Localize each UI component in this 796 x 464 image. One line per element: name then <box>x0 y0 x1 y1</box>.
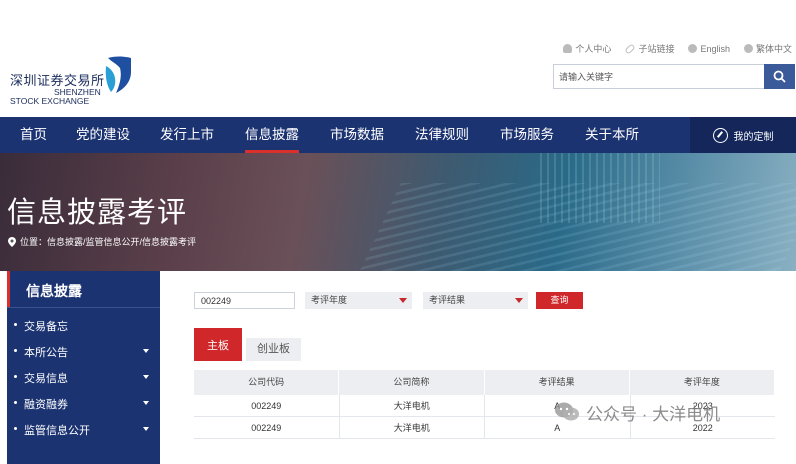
globe-icon <box>743 44 753 53</box>
result-select[interactable]: 考评结果 <box>423 292 528 309</box>
bullet-icon <box>14 349 17 352</box>
szse-emblem-icon <box>105 56 131 93</box>
bullet-icon <box>14 323 17 326</box>
column-header: 考评年度 <box>630 370 775 395</box>
company-code-input[interactable] <box>194 292 295 309</box>
person-icon <box>563 44 573 53</box>
table-cell[interactable]: 大洋电机 <box>340 395 485 416</box>
sidebar-item-label: 监管信息公开 <box>24 425 90 437</box>
main-nav: 首页 党的建设 发行上市 信息披露 市场数据 法律规则 市场服务 关于本所 我的… <box>0 117 796 153</box>
wechat-icon <box>555 402 579 421</box>
globe-icon <box>688 44 698 53</box>
sidebar-item-label: 交易备忘 <box>24 321 68 333</box>
toplink-personal-center[interactable]: 个人中心 <box>563 42 611 55</box>
search-box <box>553 64 795 89</box>
chevron-down-icon <box>143 375 149 379</box>
table-cell: 002249 <box>194 417 340 438</box>
site-header: 深圳证券交易所 SHENZHEN STOCK EXCHANGE 个人中心 子站链… <box>0 0 796 117</box>
compass-icon <box>712 127 728 143</box>
toplink-label: 子站链接 <box>638 44 675 54</box>
table-cell[interactable]: 大洋电机 <box>340 417 485 438</box>
tab-chinext[interactable]: 创业板 <box>246 338 301 361</box>
nav-item-rules[interactable]: 法律规则 <box>415 117 469 153</box>
search-input[interactable] <box>554 65 764 88</box>
query-button[interactable]: 查询 <box>536 292 583 309</box>
toplink-english[interactable]: English <box>688 42 730 55</box>
nav-item-market-data[interactable]: 市场数据 <box>330 117 384 153</box>
sidebar-item-label: 融资融券 <box>24 399 68 411</box>
sidebar: 信息披露 交易备忘 本所公告 交易信息 融资融券 监管信息公开 <box>7 271 160 464</box>
sidebar-item-label: 本所公告 <box>24 347 68 359</box>
top-links: 个人中心 子站链接 English 繁体中文 <box>563 42 792 55</box>
search-icon <box>773 70 786 83</box>
caret-down-icon <box>515 298 523 303</box>
column-header: 公司代码 <box>194 370 340 395</box>
year-select[interactable]: 考评年度 <box>305 292 412 309</box>
nav-item-party-building[interactable]: 党的建设 <box>76 117 130 153</box>
bullet-icon <box>14 401 17 404</box>
caret-down-icon <box>399 298 407 303</box>
nav-item-home[interactable]: 首页 <box>20 117 47 153</box>
sidebar-title-text: 信息披露 <box>26 283 82 299</box>
page-title: 信息披露考评 <box>7 197 188 229</box>
toplink-traditional-chinese[interactable]: 繁体中文 <box>743 42 792 55</box>
toplink-label: 个人中心 <box>575 44 612 54</box>
nav-item-about[interactable]: 关于本所 <box>585 117 639 153</box>
toplink-substation[interactable]: 子站链接 <box>624 42 675 55</box>
page-banner: 信息披露考评 位置：信息披露/监管信息公开/信息披露考评 <box>0 153 796 271</box>
column-header: 公司简称 <box>339 370 485 395</box>
sidebar-item-label: 交易信息 <box>24 373 68 385</box>
link-icon <box>624 42 637 55</box>
my-custom-label: 我的定制 <box>733 131 774 143</box>
chevron-down-icon <box>143 427 149 431</box>
sidebar-item-announcements[interactable]: 本所公告 <box>7 338 160 364</box>
breadcrumb: 位置：信息披露/监管信息公开/信息披露考评 <box>8 235 196 248</box>
chevron-down-icon <box>143 349 149 353</box>
bullet-icon <box>14 375 17 378</box>
page: 深圳证券交易所 SHENZHEN STOCK EXCHANGE 个人中心 子站链… <box>0 0 796 464</box>
table-header-row: 公司代码 公司简称 考评结果 考评年度 <box>194 370 775 395</box>
szse-logo[interactable]: 深圳证券交易所 SHENZHEN STOCK EXCHANGE <box>10 52 150 108</box>
watermark-text: 公众号 · 大洋电机 <box>586 404 721 424</box>
logo-en-line2: STOCK EXCHANGE <box>10 96 90 106</box>
chevron-down-icon <box>143 401 149 405</box>
nav-item-disclosure[interactable]: 信息披露 <box>245 117 299 153</box>
nav-item-market-services[interactable]: 市场服务 <box>500 117 554 153</box>
my-custom-button[interactable]: 我的定制 <box>690 117 796 153</box>
sidebar-title: 信息披露 <box>7 271 160 307</box>
table-cell: 002249 <box>194 395 340 416</box>
year-select-value: 考评年度 <box>311 295 348 305</box>
breadcrumb-text[interactable]: 位置：信息披露/监管信息公开/信息披露考评 <box>20 235 196 248</box>
sidebar-item-regulatory-info[interactable]: 监管信息公开 <box>7 416 160 442</box>
bullet-icon <box>14 427 17 430</box>
sidebar-item-trading-info[interactable]: 交易信息 <box>7 364 160 390</box>
toplink-label: English <box>700 43 730 54</box>
toplink-label: 繁体中文 <box>755 44 792 54</box>
sidebar-item-margin-trading[interactable]: 融资融券 <box>7 390 160 416</box>
sidebar-item-trading-memo[interactable]: 交易备忘 <box>7 312 160 338</box>
nav-item-listing[interactable]: 发行上市 <box>160 117 214 153</box>
main-content: 考评年度 考评结果 查询 主板 创业板 公司代码 公司简称 考评结果 考评年度 … <box>174 271 796 464</box>
result-select-value: 考评结果 <box>429 295 466 305</box>
search-button[interactable] <box>764 64 795 89</box>
sidebar-divider <box>7 307 160 308</box>
tab-main-board[interactable]: 主板 <box>194 328 242 361</box>
location-pin-icon <box>8 236 16 247</box>
wechat-watermark: 公众号 · 大洋电机 <box>554 398 720 426</box>
column-header: 考评结果 <box>485 370 630 395</box>
